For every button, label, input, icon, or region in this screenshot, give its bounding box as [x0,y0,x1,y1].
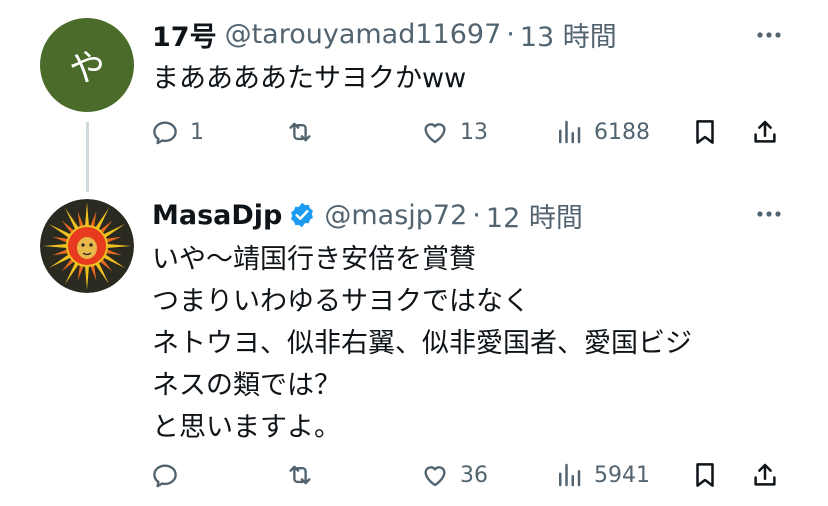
reply-button[interactable]: 1 [150,112,204,152]
share-button[interactable] [750,455,780,495]
post-text: いや〜靖国行き安倍を賞賛 つまりいわゆるサヨクではなく ネトウヨ、似非右翼、似非… [152,239,692,449]
more-icon [757,32,781,38]
post-text-line: つまりいわゆるサヨクではなく [152,286,530,317]
action-bar: 36 5941 [150,455,790,495]
repost-button[interactable] [285,455,325,495]
sun-face-avatar-icon [40,199,134,293]
post-2[interactable]: MasaDjp @masjp72 · 12 時間 いや〜靖国行き安倍を賞賛 つま… [0,185,828,506]
avatar[interactable] [40,199,134,293]
action-bar: 1 13 6188 [150,112,790,152]
more-button[interactable] [754,199,784,229]
post-text-line: ネトウヨ、似非右翼、似非愛国者、愛国ビジ [152,328,692,359]
like-count: 36 [460,462,488,488]
share-icon [754,120,776,143]
reply-button[interactable] [150,455,190,495]
timestamp[interactable]: 12 時間 [486,196,583,235]
reply-count: 1 [190,119,204,145]
separator-dot: · [472,199,481,231]
bookmark-button[interactable] [690,455,720,495]
bookmark-icon [696,463,714,487]
post-text: まああああたサヨクかww [152,58,466,100]
views-icon [559,120,581,144]
more-button[interactable] [754,20,784,50]
post-text-line: いや〜靖国行き安倍を賞賛 [152,244,476,275]
post-text-line: と思いますよ。 [152,412,341,443]
share-button[interactable] [750,112,780,152]
post-text-line: ネスの類では？ [152,370,341,401]
more-icon [757,211,781,217]
like-count: 13 [460,119,488,145]
like-button[interactable]: 13 [420,112,488,152]
verified-badge-icon [291,202,314,228]
repost-icon [289,122,311,142]
post-1[interactable]: や 17号 @tarouyamad11697 · 13 時間 まああああたサヨク… [0,0,828,192]
repost-button[interactable] [285,112,325,152]
post-text-line: まああああたサヨクかww [152,63,467,94]
avatar-letter: や [68,48,105,89]
post-header: 17号 @tarouyamad11697 · 13 時間 [152,15,617,54]
views-button[interactable]: 6188 [554,112,650,152]
display-name[interactable]: MasaDjp [152,200,282,231]
like-button[interactable]: 36 [420,455,488,495]
bookmark-icon [696,120,714,144]
reply-icon [153,121,177,145]
thread-line [86,122,89,192]
separator-dot: · [506,18,515,50]
views-icon [559,463,581,487]
avatar[interactable]: や [40,18,134,112]
display-name[interactable]: 17号 [152,15,217,54]
views-count: 5941 [594,462,650,488]
like-icon [424,123,446,144]
bookmark-button[interactable] [690,112,720,152]
share-icon [754,463,776,486]
user-handle[interactable]: @tarouyamad11697 [225,19,502,50]
post-header: MasaDjp @masjp72 · 12 時間 [152,196,583,235]
views-button[interactable]: 5941 [554,455,650,495]
repost-icon [289,465,311,485]
user-handle[interactable]: @masjp72 [324,200,467,231]
views-count: 6188 [594,119,650,145]
like-icon [424,466,446,487]
reply-icon [153,464,177,488]
timestamp[interactable]: 13 時間 [520,15,617,54]
